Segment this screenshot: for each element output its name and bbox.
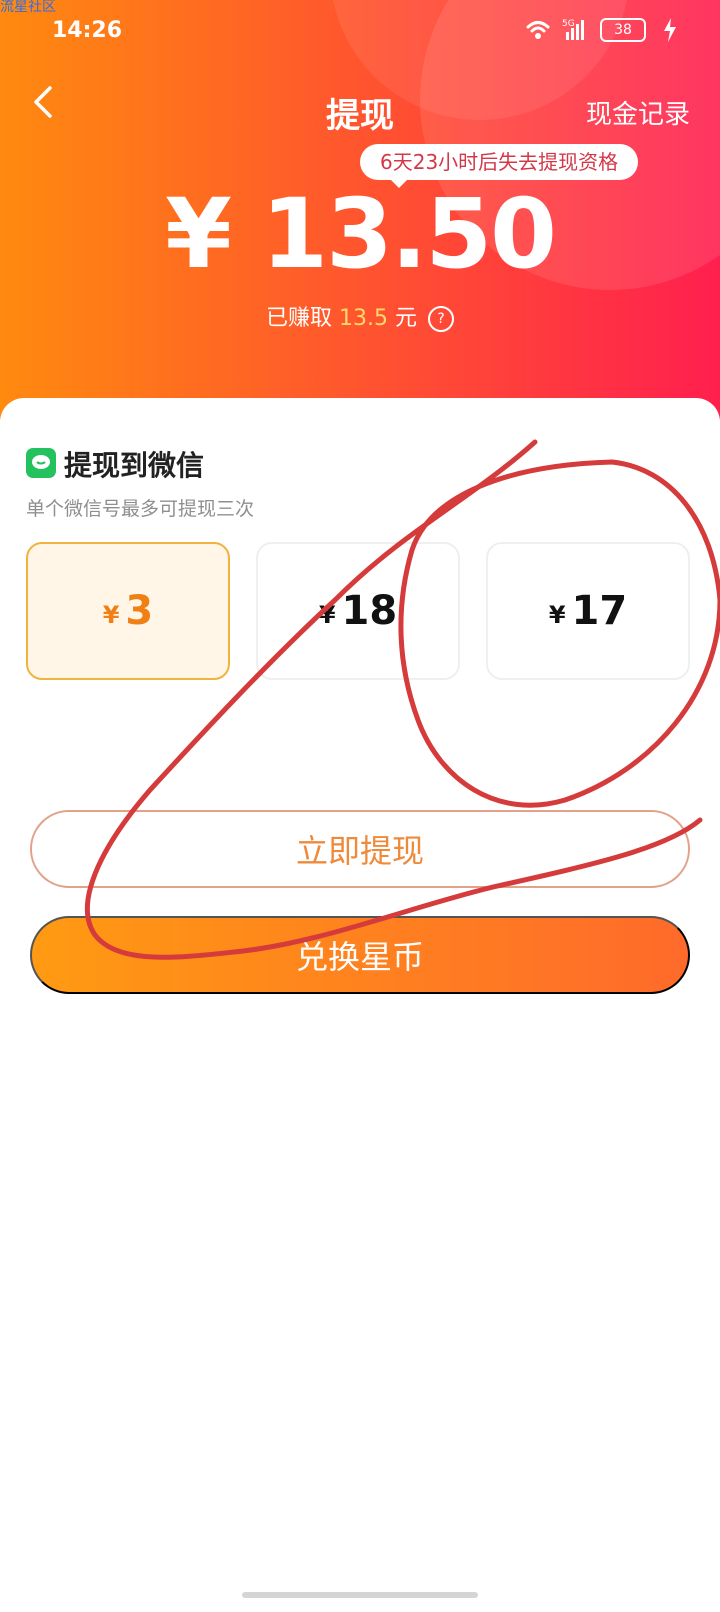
exchange-star-coins-button[interactable]: 兑换星币 <box>30 916 690 994</box>
balance-amount: ¥ 13.50 <box>165 178 557 290</box>
earned-prefix: 已赚取 <box>265 306 332 331</box>
amount-value: 18 <box>341 588 398 634</box>
amount-option-18[interactable]: ¥ 18 <box>256 542 460 680</box>
earned-row: 已赚取 13.5 元 ? <box>0 300 720 332</box>
charging-bolt-icon <box>664 18 676 42</box>
amount-option-17[interactable]: ¥ 17 <box>486 542 690 680</box>
currency-symbol: ¥ <box>102 601 120 629</box>
network-label: 5G <box>562 19 575 29</box>
cash-record-link[interactable]: 现金记录 <box>586 94 690 131</box>
deadline-badge: 6天23小时后失去提现资格 <box>360 144 639 188</box>
home-indicator <box>242 1592 478 1598</box>
earned-suffix: 元 <box>394 306 417 331</box>
currency-symbol: ¥ <box>548 601 566 629</box>
withdraw-to-wechat-title: 提现到微信 <box>64 449 205 482</box>
help-icon[interactable]: ? <box>428 306 454 332</box>
earned-value: 13.5 <box>339 306 388 331</box>
battery-icon: 38 <box>600 18 646 42</box>
signal-5g-icon: 5G <box>562 19 584 40</box>
status-icons: 5G 38 <box>524 16 684 44</box>
withdraw-button[interactable]: 立即提现 <box>30 810 690 888</box>
amount-value: 17 <box>571 588 628 634</box>
status-time: 14:26 <box>52 18 123 43</box>
watermark-text: 流星社区 <box>0 0 56 15</box>
wechat-glyph-icon <box>32 455 50 469</box>
wechat-icon <box>26 448 56 478</box>
amount-option-3[interactable]: ¥ 3 <box>26 542 230 680</box>
amount-value: 3 <box>125 588 154 634</box>
wifi-icon <box>526 21 550 39</box>
currency-symbol: ¥ <box>318 601 336 629</box>
withdraw-limit-text: 单个微信号最多可提现三次 <box>26 498 255 520</box>
